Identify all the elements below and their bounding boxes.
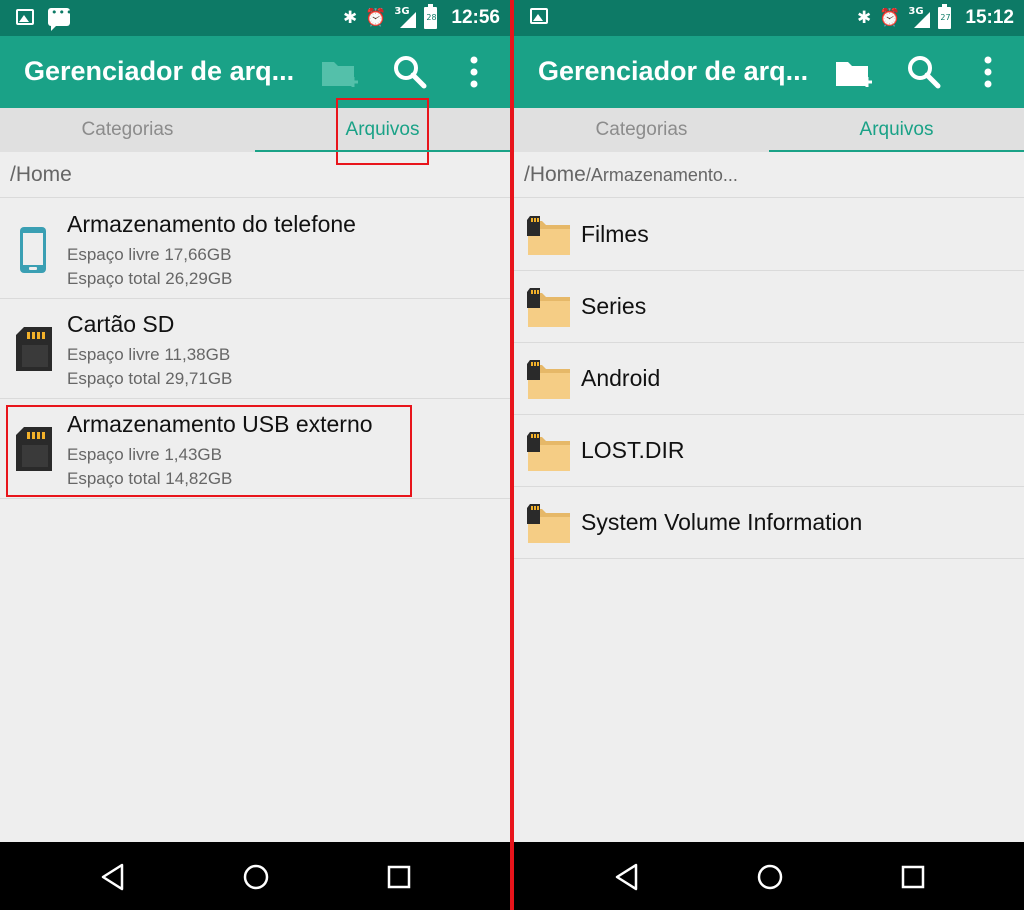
more-vertical-icon	[984, 56, 992, 88]
back-button[interactable]	[98, 862, 128, 892]
battery-level: 27	[940, 13, 951, 22]
storage-name: Armazenamento do telefone	[67, 211, 356, 237]
battery-icon: 28	[424, 4, 438, 29]
status-bar: ✱ ⏰ 3G 27 15:12	[514, 0, 1024, 36]
image-notification-icon	[16, 9, 34, 25]
tab-label: Categorias	[595, 119, 688, 140]
tab-categorias[interactable]: Categorias	[514, 108, 769, 152]
app-bar: Gerenciador de arq...	[0, 36, 510, 108]
status-bar: ✱ ⏰ 3G 28 12:56	[0, 0, 510, 36]
phone-icon	[20, 227, 46, 273]
battery-level: 28	[426, 13, 437, 22]
home-button[interactable]	[755, 862, 785, 892]
search-button[interactable]	[902, 50, 946, 94]
storage-total-space: Espaço total 26,29GB	[67, 269, 233, 288]
new-folder-button[interactable]	[318, 50, 362, 94]
app-title: Gerenciador de arq...	[24, 56, 295, 86]
recent-apps-button[interactable]	[898, 862, 928, 892]
status-time: 12:56	[451, 7, 500, 28]
back-icon	[615, 863, 638, 891]
home-icon	[757, 864, 783, 890]
network-type-label: 3G	[908, 6, 924, 17]
message-notification-icon	[48, 6, 73, 31]
new-folder-button[interactable]	[832, 50, 876, 94]
folder-sd-icon	[527, 504, 570, 543]
folder-name: Android	[581, 365, 661, 391]
more-options-button[interactable]	[452, 50, 496, 94]
navigation-bar	[0, 842, 510, 910]
storage-list: Armazenamento do telefone Espaço livre 1…	[0, 199, 510, 499]
folder-sd-icon	[527, 216, 570, 255]
signal-icon: 3G	[394, 6, 417, 28]
tab-bar: Categorias Arquivos	[514, 108, 1024, 152]
breadcrumb-home[interactable]: /Home	[10, 163, 72, 186]
battery-icon: 27	[938, 4, 952, 29]
home-button[interactable]	[241, 862, 271, 892]
folder-sd-icon	[527, 360, 570, 399]
app-title: Gerenciador de arq...	[538, 56, 809, 86]
storage-item-usb[interactable]: Armazenamento USB externo Espaço livre 1…	[0, 399, 510, 499]
tab-bar: Categorias Arquivos	[0, 98, 510, 165]
folder-sd-icon	[527, 432, 570, 471]
folder-item[interactable]: Filmes	[514, 199, 1024, 271]
breadcrumb-home[interactable]: /Home	[524, 163, 586, 186]
folder-name: Filmes	[581, 221, 649, 247]
breadcrumb: /Home	[0, 152, 510, 198]
tab-label-wrap: Arquivos	[335, 98, 430, 165]
search-button[interactable]	[388, 50, 432, 94]
more-vertical-icon	[470, 56, 478, 88]
tab-arquivos[interactable]: Arquivos	[255, 98, 510, 165]
storage-item-sd-card[interactable]: Cartão SD Espaço livre 11,38GB Espaço to…	[0, 299, 510, 399]
tab-label: Categorias	[81, 119, 174, 140]
folder-item[interactable]: System Volume Information	[514, 487, 1024, 559]
alarm-icon: ⏰	[879, 8, 901, 28]
storage-name: Cartão SD	[67, 311, 175, 337]
alarm-icon: ⏰	[365, 8, 387, 28]
back-icon	[101, 863, 124, 891]
storage-free-space: Espaço livre 11,38GB	[67, 345, 231, 364]
new-folder-icon	[836, 62, 872, 87]
folder-item[interactable]: Series	[514, 271, 1024, 343]
home-icon	[243, 864, 269, 890]
back-button[interactable]	[612, 862, 642, 892]
status-time: 15:12	[965, 7, 1014, 28]
signal-icon: 3G	[908, 6, 931, 28]
search-icon	[394, 56, 427, 89]
storage-item-phone[interactable]: Armazenamento do telefone Espaço livre 1…	[0, 199, 510, 299]
tab-categorias[interactable]: Categorias	[0, 108, 255, 152]
storage-total-space: Espaço total 29,71GB	[67, 369, 233, 388]
folder-item[interactable]: Android	[514, 343, 1024, 415]
tab-arquivos[interactable]: Arquivos	[769, 108, 1024, 152]
highlight-box	[6, 405, 412, 497]
storage-free-space: Espaço livre 17,66GB	[67, 245, 232, 264]
image-notification-icon	[530, 8, 548, 24]
bluetooth-icon: ✱	[342, 8, 358, 28]
breadcrumb-storage[interactable]: /Armazenamento...	[586, 165, 738, 185]
left-screenshot: ✱ ⏰ 3G 28 12:56 Gerenciador de arq...	[0, 0, 510, 910]
bluetooth-icon: ✱	[856, 8, 872, 28]
new-folder-icon	[322, 62, 358, 87]
folder-name: LOST.DIR	[581, 437, 685, 463]
breadcrumb: /Home/Armazenamento...	[514, 152, 1024, 198]
folder-name: System Volume Information	[581, 509, 863, 535]
folder-list: Filmes Series Android LOST.DIR System Vo…	[514, 199, 1024, 559]
folder-item[interactable]: LOST.DIR	[514, 415, 1024, 487]
sd-card-icon	[16, 327, 52, 371]
network-type-label: 3G	[394, 6, 410, 17]
right-screenshot: ✱ ⏰ 3G 27 15:12 Gerenciador de arq... Ca…	[514, 0, 1024, 910]
recent-apps-icon	[387, 865, 411, 889]
tab-label: Arquivos	[859, 119, 934, 140]
folder-sd-icon	[527, 288, 570, 327]
folder-name: Series	[581, 293, 647, 319]
app-bar: Gerenciador de arq...	[514, 36, 1024, 108]
recent-apps-button[interactable]	[384, 862, 414, 892]
search-icon	[908, 56, 941, 89]
navigation-bar	[514, 842, 1024, 910]
recent-apps-icon	[901, 865, 925, 889]
more-options-button[interactable]	[966, 50, 1010, 94]
